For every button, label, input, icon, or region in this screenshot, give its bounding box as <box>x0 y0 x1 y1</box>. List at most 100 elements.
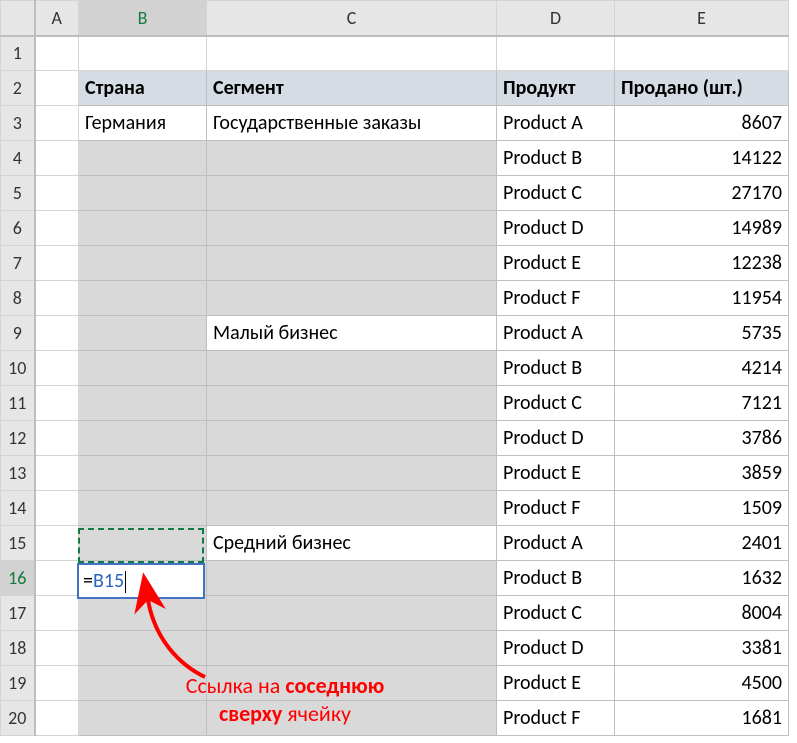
cell-C7[interactable] <box>207 246 497 281</box>
col-header-D[interactable]: D <box>497 1 615 36</box>
row-header-17[interactable]: 17 <box>1 596 35 631</box>
cell-A18[interactable] <box>35 631 79 666</box>
grid[interactable]: A B C D E 1 2 Страна Сегмент Продукт Про… <box>0 0 789 736</box>
row-header-7[interactable]: 7 <box>1 246 35 281</box>
cell-E4[interactable]: 14122 <box>615 141 789 176</box>
cell-B10[interactable] <box>79 351 207 386</box>
cell-B9[interactable] <box>79 316 207 351</box>
cell-A17[interactable] <box>35 596 79 631</box>
cell-B2[interactable]: Страна <box>79 71 207 106</box>
cell-E8[interactable]: 11954 <box>615 281 789 316</box>
row-header-2[interactable]: 2 <box>1 71 35 106</box>
cell-D15[interactable]: Product A <box>497 526 615 561</box>
cell-D3[interactable]: Product A <box>497 106 615 141</box>
cell-A11[interactable] <box>35 386 79 421</box>
cell-D6[interactable]: Product D <box>497 211 615 246</box>
cell-B5[interactable] <box>79 176 207 211</box>
cell-B18[interactable] <box>79 631 207 666</box>
cell-A3[interactable] <box>35 106 79 141</box>
cell-C16[interactable] <box>207 561 497 596</box>
cell-E14[interactable]: 1509 <box>615 491 789 526</box>
cell-C3[interactable]: Государственные заказы <box>207 106 497 141</box>
cell-A20[interactable] <box>35 701 79 736</box>
cell-D16[interactable]: Product B <box>497 561 615 596</box>
row-header-6[interactable]: 6 <box>1 211 35 246</box>
cell-E6[interactable]: 14989 <box>615 211 789 246</box>
select-all-corner[interactable] <box>1 1 35 36</box>
row-header-1[interactable]: 1 <box>1 36 35 71</box>
cell-A10[interactable] <box>35 351 79 386</box>
cell-E5[interactable]: 27170 <box>615 176 789 211</box>
cell-B4[interactable] <box>79 141 207 176</box>
cell-E20[interactable]: 1681 <box>615 701 789 736</box>
cell-B17[interactable] <box>79 596 207 631</box>
cell-E13[interactable]: 3859 <box>615 456 789 491</box>
cell-A7[interactable] <box>35 246 79 281</box>
cell-D14[interactable]: Product F <box>497 491 615 526</box>
cell-C6[interactable] <box>207 211 497 246</box>
row-header-15[interactable]: 15 <box>1 526 35 561</box>
cell-C20[interactable] <box>207 701 497 736</box>
cell-D8[interactable]: Product F <box>497 281 615 316</box>
col-header-E[interactable]: E <box>615 1 789 36</box>
cell-B14[interactable] <box>79 491 207 526</box>
cell-E7[interactable]: 12238 <box>615 246 789 281</box>
cell-D9[interactable]: Product A <box>497 316 615 351</box>
cell-D13[interactable]: Product E <box>497 456 615 491</box>
row-header-4[interactable]: 4 <box>1 141 35 176</box>
cell-B8[interactable] <box>79 281 207 316</box>
cell-A14[interactable] <box>35 491 79 526</box>
cell-B13[interactable] <box>79 456 207 491</box>
row-header-10[interactable]: 10 <box>1 351 35 386</box>
cell-D10[interactable]: Product B <box>497 351 615 386</box>
cell-C14[interactable] <box>207 491 497 526</box>
cell-C11[interactable] <box>207 386 497 421</box>
cell-E12[interactable]: 3786 <box>615 421 789 456</box>
cell-B1[interactable] <box>79 36 207 71</box>
cell-C15[interactable]: Средний бизнес <box>207 526 497 561</box>
cell-C17[interactable] <box>207 596 497 631</box>
cell-D17[interactable]: Product C <box>497 596 615 631</box>
cell-B3[interactable]: Германия <box>79 106 207 141</box>
cell-B15[interactable] <box>79 526 207 561</box>
cell-B20[interactable] <box>79 701 207 736</box>
row-header-11[interactable]: 11 <box>1 386 35 421</box>
cell-E18[interactable]: 3381 <box>615 631 789 666</box>
row-header-8[interactable]: 8 <box>1 281 35 316</box>
cell-E17[interactable]: 8004 <box>615 596 789 631</box>
row-header-16[interactable]: 16 <box>1 561 35 596</box>
cell-editor[interactable]: =B15 <box>77 563 205 599</box>
cell-C12[interactable] <box>207 421 497 456</box>
cell-A4[interactable] <box>35 141 79 176</box>
cell-D5[interactable]: Product C <box>497 176 615 211</box>
cell-B11[interactable] <box>79 386 207 421</box>
cell-E9[interactable]: 5735 <box>615 316 789 351</box>
cell-C13[interactable] <box>207 456 497 491</box>
cell-D7[interactable]: Product E <box>497 246 615 281</box>
cell-C4[interactable] <box>207 141 497 176</box>
cell-E3[interactable]: 8607 <box>615 106 789 141</box>
cell-A16[interactable] <box>35 561 79 596</box>
cell-A15[interactable] <box>35 526 79 561</box>
cell-C19[interactable] <box>207 666 497 701</box>
row-header-18[interactable]: 18 <box>1 631 35 666</box>
cell-D11[interactable]: Product C <box>497 386 615 421</box>
cell-A1[interactable] <box>35 36 79 71</box>
cell-C10[interactable] <box>207 351 497 386</box>
cell-D18[interactable]: Product D <box>497 631 615 666</box>
cell-A9[interactable] <box>35 316 79 351</box>
cell-A6[interactable] <box>35 211 79 246</box>
row-header-12[interactable]: 12 <box>1 421 35 456</box>
cell-E1[interactable] <box>615 36 789 71</box>
cell-A8[interactable] <box>35 281 79 316</box>
cell-D20[interactable]: Product F <box>497 701 615 736</box>
cell-E16[interactable]: 1632 <box>615 561 789 596</box>
cell-E2[interactable]: Продано (шт.) <box>615 71 789 106</box>
row-header-5[interactable]: 5 <box>1 176 35 211</box>
cell-E15[interactable]: 2401 <box>615 526 789 561</box>
cell-E11[interactable]: 7121 <box>615 386 789 421</box>
cell-D4[interactable]: Product B <box>497 141 615 176</box>
col-header-A[interactable]: A <box>35 1 79 36</box>
cell-D1[interactable] <box>497 36 615 71</box>
cell-E19[interactable]: 4500 <box>615 666 789 701</box>
